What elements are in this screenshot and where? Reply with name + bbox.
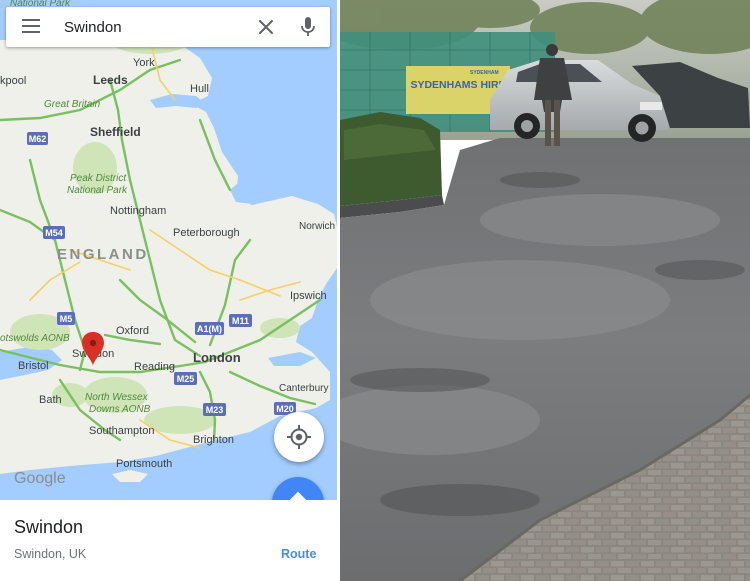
label-nottingham: Nottingham (110, 205, 166, 217)
label-canterbury: Canterbury (279, 383, 328, 394)
composite-image: M62 M54 M5 A1(M) M11 M25 M23 M20 Nationa… (0, 0, 750, 581)
banner-small-text: SYDENHAM (470, 70, 499, 76)
road-label-m62: M62 (29, 134, 47, 144)
place-title: Swindon (14, 517, 84, 537)
label-sheffield: Sheffield (90, 125, 141, 139)
my-location-icon (287, 425, 311, 449)
place-card[interactable]: Swindon Swindon, UK Route (0, 500, 337, 581)
banner-text: SYDENHAMS HIRE (410, 79, 505, 91)
menu-icon[interactable] (22, 19, 40, 35)
label-peak-district: Peak District (70, 173, 127, 184)
label-great-britain: Great Britain (44, 99, 101, 110)
photo-wet-car-park: SYDENHAMS HIRE SYDENHAM (340, 0, 750, 581)
label-southampton: Southampton (89, 425, 154, 437)
my-location-button[interactable] (274, 412, 324, 462)
label-leeds: Leeds (93, 73, 128, 87)
route-button[interactable]: Route (281, 547, 316, 561)
label-peterborough: Peterborough (173, 227, 240, 239)
label-national-park: National Park (67, 185, 128, 196)
road-label-a1m: A1(M) (197, 324, 222, 334)
label-bristol: Bristol (18, 360, 49, 372)
label-york: York (133, 57, 155, 69)
label-cotswolds: otswolds AONB (0, 333, 70, 344)
label-north-wessex: North Wessex (85, 392, 149, 403)
search-input[interactable] (64, 16, 234, 38)
label-norwich: Norwich (299, 221, 335, 232)
label-england: ENGLAND (57, 246, 149, 263)
road-label-m5: M5 (60, 314, 73, 324)
maps-app: M62 M54 M5 A1(M) M11 M25 M23 M20 Nationa… (0, 0, 337, 581)
mic-icon[interactable] (299, 16, 317, 38)
label-oxford: Oxford (116, 325, 149, 337)
label-hull: Hull (190, 83, 209, 95)
label-bath: Bath (39, 394, 62, 406)
label-ipswich: Ipswich (290, 290, 327, 302)
label-portsmouth: Portsmouth (116, 458, 172, 470)
label-london: London (193, 350, 241, 365)
label-blackpool: kpool (0, 75, 26, 87)
label-brighton: Brighton (193, 434, 234, 446)
road-label-m11: M11 (232, 316, 249, 326)
label-reading: Reading (134, 361, 175, 373)
place-subtitle: Swindon, UK (14, 547, 87, 561)
search-bar (6, 7, 330, 47)
road-label-m25: M25 (177, 374, 195, 384)
road-label-m23: M23 (206, 405, 224, 415)
close-icon[interactable] (256, 17, 276, 37)
google-logo: Google (14, 470, 66, 487)
label-downs-aonb: Downs AONB (89, 404, 151, 415)
road-label-m54: M54 (45, 228, 63, 238)
photo-canvas: SYDENHAMS HIRE SYDENHAM (340, 0, 750, 581)
